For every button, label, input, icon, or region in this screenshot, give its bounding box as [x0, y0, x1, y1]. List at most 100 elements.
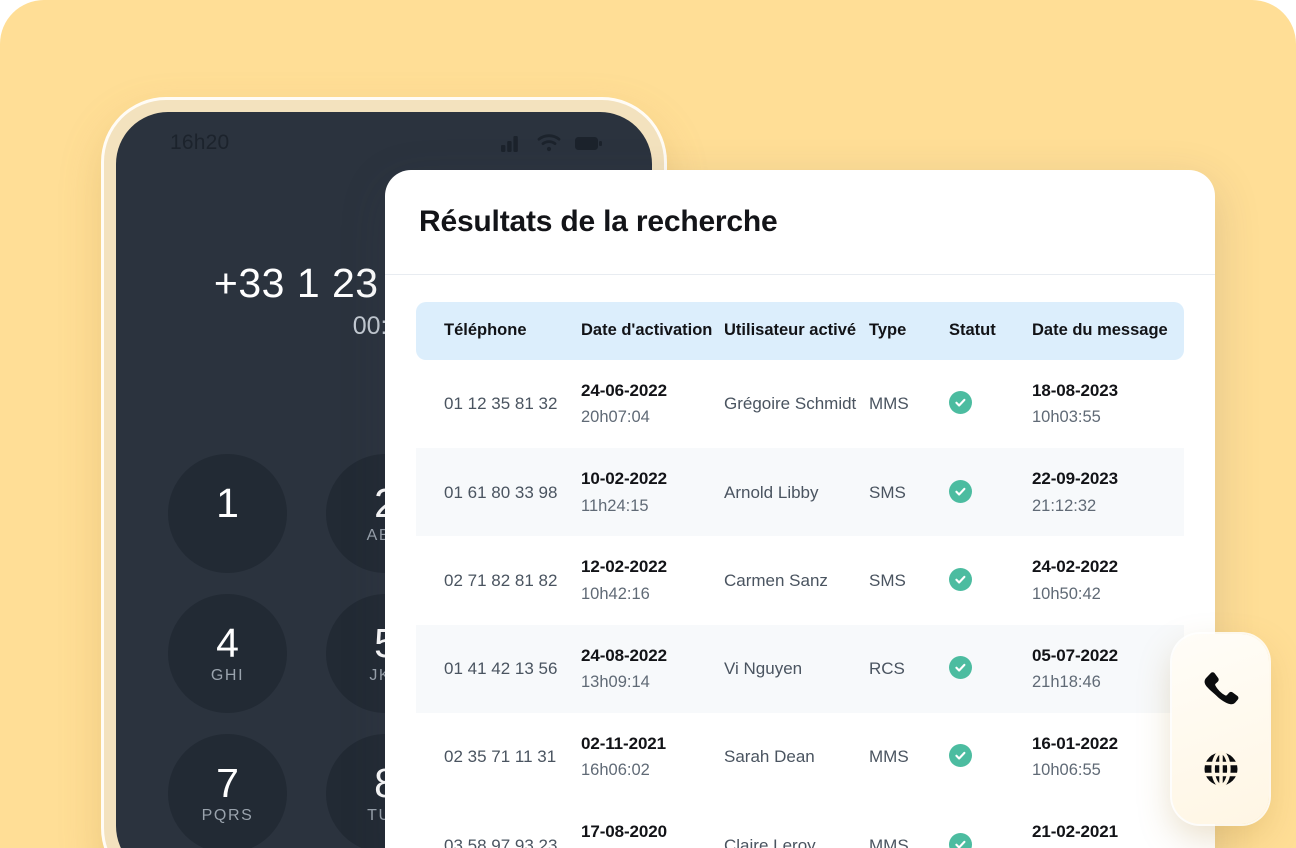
message-time: 10h06:55 [1032, 761, 1101, 780]
message-time: 10h03:55 [1032, 408, 1101, 427]
globe-icon[interactable] [1198, 746, 1244, 792]
dial-digit: 1 [216, 480, 239, 527]
status-bar-icons [501, 134, 602, 152]
cell-message: 18-08-2023 10h03:55 [1032, 360, 1184, 448]
status-bar: 16h20 [116, 112, 652, 174]
table-row[interactable]: 01 61 80 33 98 10-02-2022 11h24:15 Arnol… [416, 448, 1184, 537]
cell-message: 05-07-2022 21h18:46 [1032, 624, 1184, 713]
dial-key-4[interactable]: 4 GHI [168, 594, 287, 713]
column-header-activated-user[interactable]: Utilisateur activé [724, 302, 869, 360]
phone-icon[interactable] [1198, 667, 1244, 713]
activation-time: 11h24:15 [581, 496, 649, 515]
check-icon [949, 391, 972, 415]
table-body: 01 12 35 81 32 24-06-2022 20h07:04 Grégo… [416, 360, 1184, 848]
cell-telephone: 02 71 82 81 82 [444, 570, 558, 590]
message-date: 22-09-2023 [1032, 469, 1118, 489]
dial-letters: GHI [210, 666, 245, 684]
activation-date: 12-02-2022 [581, 557, 667, 577]
cell-user: Grégoire Schmidt [724, 394, 857, 414]
cell-telephone: 01 12 35 81 32 [444, 394, 558, 414]
cell-activation: 12-02-2022 10h42:16 [581, 536, 724, 624]
card-header: Résultats de la recherche [385, 170, 1215, 275]
dial-letters: PQRS [201, 806, 254, 824]
activation-date: 24-08-2022 [581, 645, 667, 665]
signal-icon [501, 135, 523, 152]
cell-telephone: 02 35 71 11 31 [444, 747, 557, 767]
table-row[interactable]: 02 35 71 11 31 02-11-2021 16h06:02 Sarah… [416, 713, 1184, 801]
column-header-telephone[interactable]: Téléphone [416, 302, 581, 360]
activation-date: 17-08-2020 [581, 822, 667, 842]
cell-user: Claire Leroy [724, 835, 816, 848]
table-row[interactable]: 01 12 35 81 32 24-06-2022 20h07:04 Grégo… [416, 360, 1184, 448]
message-time: 10h50:42 [1032, 584, 1101, 603]
check-icon [949, 656, 972, 680]
dial-digit: 7 [216, 760, 239, 807]
cell-telephone: 03 58 97 93 23 [444, 835, 558, 848]
column-header-type[interactable]: Type [869, 302, 949, 360]
check-icon [949, 567, 972, 591]
activation-time: 16h06:02 [581, 761, 650, 780]
message-date: 16-01-2022 [1032, 733, 1118, 753]
results-table-wrapper: Téléphone Date d'activation Utilisateur … [385, 275, 1215, 848]
cell-message: 16-01-2022 10h06:55 [1032, 713, 1184, 801]
column-header-status[interactable]: Statut [949, 302, 1032, 360]
activation-date: 10-02-2022 [581, 469, 667, 489]
message-date: 21-02-2021 [1032, 822, 1118, 842]
table-head: Téléphone Date d'activation Utilisateur … [416, 302, 1184, 360]
activation-time: 10h42:16 [581, 584, 650, 603]
cell-message: 21-02-2021 11h24:15 [1032, 801, 1184, 848]
search-results-card: Résultats de la recherche Téléphone Date… [385, 170, 1215, 848]
activation-date: 02-11-2021 [581, 733, 667, 753]
cell-status [949, 624, 1032, 713]
cell-status [949, 448, 1032, 537]
dial-key-7[interactable]: 7 PQRS [168, 734, 287, 848]
cell-activation: 24-06-2022 20h07:04 [581, 360, 724, 448]
message-date: 05-07-2022 [1032, 645, 1118, 665]
cell-telephone: 01 41 42 13 56 [416, 624, 581, 713]
message-date: 18-08-2023 [1032, 380, 1118, 400]
cell-status [949, 360, 1032, 448]
floating-action-card [1172, 634, 1269, 824]
cell-message: 22-09-2023 21:12:32 [1032, 448, 1184, 537]
battery-icon [575, 136, 602, 151]
table-row[interactable]: 01 41 42 13 56 24-08-2022 13h09:14 Vi Ng… [416, 624, 1184, 713]
message-time: 21h18:46 [1032, 673, 1101, 692]
table-header-row: Téléphone Date d'activation Utilisateur … [416, 302, 1184, 360]
results-table: Téléphone Date d'activation Utilisateur … [416, 302, 1184, 848]
cell-user: Sarah Dean [724, 747, 815, 767]
cell-type: MMS [869, 394, 909, 414]
activation-time: 13h09:14 [581, 673, 650, 692]
cell-activation: 10-02-2022 11h24:15 [581, 448, 724, 537]
cell-message: 24-02-2022 10h50:42 [1032, 536, 1184, 624]
table-row[interactable]: 03 58 97 93 23 17-08-2020 21h12:27 Clair… [416, 801, 1184, 848]
wifi-icon [537, 134, 561, 152]
cell-status [949, 536, 1032, 624]
cell-type: SMS [869, 448, 949, 537]
cell-status [949, 801, 1032, 848]
cell-user: Carmen Sanz [724, 570, 828, 590]
table-row[interactable]: 02 71 82 81 82 12-02-2022 10h42:16 Carme… [416, 536, 1184, 624]
check-icon [949, 479, 972, 503]
cell-user: Vi Nguyen [724, 624, 869, 713]
check-icon [949, 744, 972, 768]
dial-key-1[interactable]: 1 [168, 454, 287, 573]
page-title: Résultats de la recherche [419, 205, 778, 238]
cell-type: MMS [869, 835, 909, 848]
activation-date: 24-06-2022 [581, 380, 667, 400]
cell-telephone: 01 61 80 33 98 [416, 448, 581, 537]
dial-digit: 4 [216, 620, 239, 667]
cell-activation: 02-11-2021 16h06:02 [581, 713, 724, 801]
check-icon [949, 832, 972, 848]
cell-type: RCS [869, 624, 949, 713]
status-bar-time: 16h20 [170, 131, 230, 154]
cell-activation: 24-08-2022 13h09:14 [581, 624, 724, 713]
message-date: 24-02-2022 [1032, 557, 1118, 577]
scene-root: 16h20 +33 1 23 45 67 89 00:12 1 4 GHI 7 … [0, 0, 1296, 848]
cell-status [949, 713, 1032, 801]
cell-user: Arnold Libby [724, 448, 869, 537]
column-header-activation-date[interactable]: Date d'activation [581, 302, 724, 360]
cell-activation: 17-08-2020 21h12:27 [581, 801, 724, 848]
column-header-message-date[interactable]: Date du message [1032, 302, 1184, 360]
activation-time: 20h07:04 [581, 408, 650, 427]
message-time: 21:12:32 [1032, 496, 1097, 515]
